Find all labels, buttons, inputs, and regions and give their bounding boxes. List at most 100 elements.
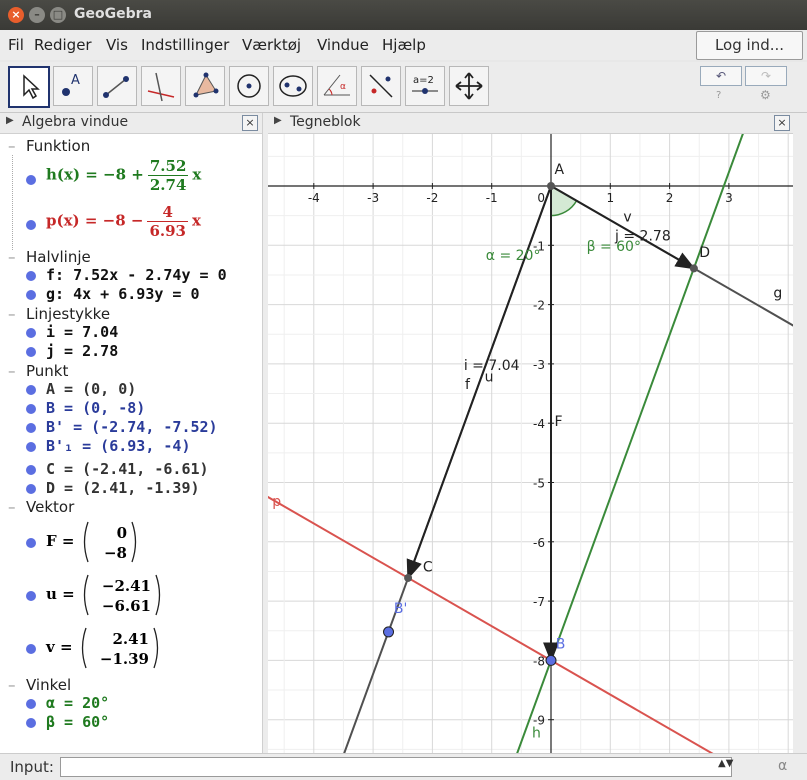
point-B-prime-1[interactable]: B'₁ = (6.93, -4)	[46, 437, 191, 455]
point-C[interactable]: C = (-2.41, -6.61)	[46, 460, 209, 478]
visibility-dot[interactable]	[26, 328, 36, 338]
polygon-icon	[193, 72, 219, 98]
category-punkt[interactable]: – Punkt	[8, 362, 68, 380]
pointer-icon	[23, 74, 40, 100]
side-collapse-strip[interactable]	[793, 113, 807, 753]
visibility-dot[interactable]	[26, 718, 36, 728]
vector-F-matrix: 0 −8	[83, 521, 136, 563]
visibility-dot[interactable]	[26, 538, 36, 548]
point-B-marker	[545, 654, 557, 666]
visibility-dot[interactable]	[26, 591, 36, 601]
maximize-window-button[interactable]: □	[50, 7, 66, 23]
vector-v-matrix: 2.41 −1.39	[81, 627, 158, 669]
visibility-dot[interactable]	[26, 644, 36, 654]
ray-f[interactable]: f: 7.52x - 2.74y = 0	[46, 266, 227, 284]
collapse-triangle-icon[interactable]: ▶	[274, 115, 282, 126]
x-tick-label: -1	[486, 191, 498, 205]
close-graphics-view-button[interactable]: ×	[774, 115, 790, 131]
x-tick-label: -2	[426, 191, 438, 205]
visibility-dot[interactable]	[26, 220, 36, 230]
history-dropdown-icon[interactable]: ▲▼	[718, 758, 733, 769]
point-B-prime[interactable]: B' = (-2.74, -7.52)	[46, 418, 218, 436]
move-tool-button[interactable]	[8, 66, 50, 108]
point-B-prime-marker	[383, 626, 395, 638]
category-linjestykke[interactable]: – Linjestykke	[8, 305, 110, 323]
vector-v[interactable]: v = 2.41 −1.39	[46, 626, 162, 670]
ray-g[interactable]: g: 4x + 6.93y = 0	[46, 285, 200, 303]
menu-options[interactable]: Indstillinger	[141, 36, 229, 54]
menu-help[interactable]: Hjælp	[382, 36, 426, 54]
visibility-dot[interactable]	[26, 423, 36, 433]
minimize-window-button[interactable]: –	[29, 7, 45, 23]
segment-j[interactable]: j = 2.78	[46, 342, 118, 360]
menu-tools[interactable]: Værktøj	[242, 36, 301, 54]
svg-text:−8: −8	[104, 544, 127, 562]
login-button[interactable]: Log ind...	[696, 31, 803, 60]
graphics-canvas[interactable]: -4 -3 -2 -1 1 2 3-1-2-3-4-5-6-7-8-90ABCDB'fghp…	[268, 134, 793, 753]
svg-text:−2.41: −2.41	[102, 577, 151, 595]
visibility-dot[interactable]	[26, 465, 36, 475]
x-tick-label: 3	[725, 191, 733, 205]
help-icon[interactable]: ?	[716, 90, 721, 101]
svg-text:−6.61: −6.61	[102, 597, 151, 615]
collapse-triangle-icon[interactable]: ▶	[6, 115, 14, 126]
point-tool-button[interactable]: A	[53, 66, 93, 106]
title-bar: × – □ GeoGebra	[0, 0, 807, 30]
segment-i[interactable]: i = 7.04	[46, 323, 118, 341]
visibility-dot[interactable]	[26, 385, 36, 395]
visibility-dot[interactable]	[26, 290, 36, 300]
settings-gear-icon[interactable]: ⚙	[760, 88, 771, 102]
menu-window[interactable]: Vindue	[317, 36, 369, 54]
graphics-view-header: ▶ Tegneblok ×	[268, 113, 793, 134]
function-p[interactable]: p(x) = −8 −4 6.93 x	[46, 203, 201, 240]
redo-button[interactable]: ↷	[745, 66, 787, 86]
category-halvlinje[interactable]: – Halvlinje	[8, 248, 91, 266]
circle-tool-button[interactable]	[229, 66, 269, 106]
angle-beta[interactable]: β = 60°	[46, 713, 109, 731]
close-window-button[interactable]: ×	[8, 7, 24, 23]
line-tool-button[interactable]	[97, 66, 137, 106]
label-C: C	[423, 559, 433, 575]
ellipse-tool-button[interactable]	[273, 66, 313, 106]
x-tick-label: -4	[308, 191, 320, 205]
polygon-tool-button[interactable]	[185, 66, 225, 106]
reflect-tool-button[interactable]	[361, 66, 401, 106]
vector-u[interactable]: u = −2.41 −6.61	[46, 573, 164, 617]
menu-file[interactable]: Fil	[8, 36, 24, 54]
reflect-icon	[369, 74, 393, 98]
perpendicular-tool-button[interactable]	[141, 66, 181, 106]
visibility-dot[interactable]	[26, 442, 36, 452]
input-field[interactable]	[60, 757, 732, 777]
visibility-dot[interactable]	[26, 271, 36, 281]
visibility-dot[interactable]	[26, 404, 36, 414]
close-algebra-view-button[interactable]: ×	[242, 115, 258, 131]
tree-connector	[12, 155, 13, 250]
menu-view[interactable]: Vis	[106, 36, 128, 54]
move-graphics-tool-button[interactable]	[449, 66, 489, 106]
point-B[interactable]: B = (0, -8)	[46, 399, 145, 417]
undo-button[interactable]: ↶	[700, 66, 742, 86]
visibility-dot[interactable]	[26, 175, 36, 185]
visibility-dot[interactable]	[26, 699, 36, 709]
category-vektor[interactable]: – Vektor	[8, 498, 74, 516]
point-D[interactable]: D = (2.41, -1.39)	[46, 479, 200, 497]
y-tick-label: -2	[533, 299, 545, 313]
symbol-table-button[interactable]: α	[778, 758, 787, 774]
slider-tool-button[interactable]: a=2	[405, 66, 445, 106]
visibility-dot[interactable]	[26, 347, 36, 357]
angle-alpha[interactable]: α = 20°	[46, 694, 109, 712]
category-funktion[interactable]: – Funktion	[8, 137, 90, 155]
menu-edit[interactable]: Rediger	[34, 36, 92, 54]
label-p: p	[272, 494, 281, 510]
toolbar: A α a=2 ↶ ↷ ? ⚙	[0, 62, 807, 113]
point-icon: A	[62, 73, 80, 96]
window-title: GeoGebra	[74, 6, 152, 22]
function-h[interactable]: h(x) = −8 +7.52 2.74 x	[46, 157, 201, 194]
x-tick-label: -3	[367, 191, 379, 205]
category-vinkel[interactable]: – Vinkel	[8, 676, 71, 694]
visibility-dot[interactable]	[26, 484, 36, 494]
vector-u-matrix: −2.41 −6.61	[83, 574, 161, 616]
angle-tool-button[interactable]: α	[317, 66, 357, 106]
point-A[interactable]: A = (0, 0)	[46, 380, 136, 398]
vector-F[interactable]: F = 0 −8	[46, 520, 140, 564]
